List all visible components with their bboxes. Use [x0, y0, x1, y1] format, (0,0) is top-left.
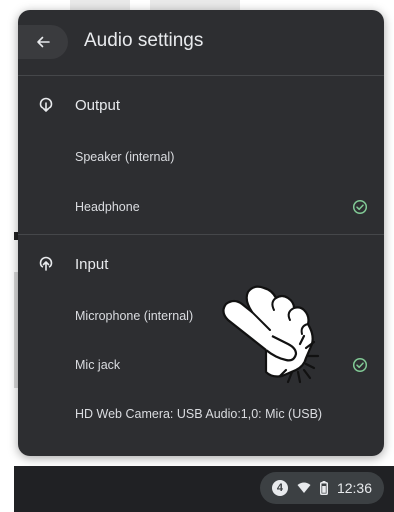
output-section-label: Output — [75, 96, 121, 114]
device-label: Headphone — [75, 200, 140, 214]
battery-icon — [319, 481, 328, 495]
arrow-back-icon — [37, 36, 50, 48]
check-circle-icon — [352, 199, 368, 215]
notification-count-badge: 4 — [271, 480, 288, 496]
panel-header: Audio settings — [18, 10, 384, 76]
output-section-header: Output — [18, 85, 384, 125]
panel-title: Audio settings — [84, 30, 204, 51]
check-circle-icon — [352, 357, 368, 373]
clock-time: 12:36 — [336, 480, 372, 496]
header-divider — [18, 75, 384, 76]
background-toolbar-strip — [150, 0, 240, 10]
device-label: Mic jack — [75, 358, 121, 372]
background-toolbar-strip — [70, 0, 130, 10]
back-button[interactable] — [18, 25, 68, 59]
mic-input-icon — [36, 254, 56, 274]
device-label: HD Web Camera: USB Audio:1,0: Mic (USB) — [75, 407, 323, 421]
output-device-speaker-internal[interactable]: Speaker (internal) — [18, 137, 384, 177]
input-device-hd-web-camera[interactable]: HD Web Camera: USB Audio:1,0: Mic (USB) — [18, 394, 384, 434]
output-device-headphone[interactable]: Headphone — [18, 187, 384, 227]
input-section-header: Input — [18, 244, 384, 284]
tap-hand-icon — [222, 285, 320, 384]
input-section-label: Input — [75, 255, 109, 273]
status-tray[interactable]: 4 12:36 — [259, 472, 384, 504]
wifi-icon — [297, 482, 311, 494]
section-divider — [18, 234, 384, 235]
speaker-output-icon — [36, 95, 56, 115]
device-label: Microphone (internal) — [75, 309, 194, 323]
device-label: Speaker (internal) — [75, 150, 175, 164]
